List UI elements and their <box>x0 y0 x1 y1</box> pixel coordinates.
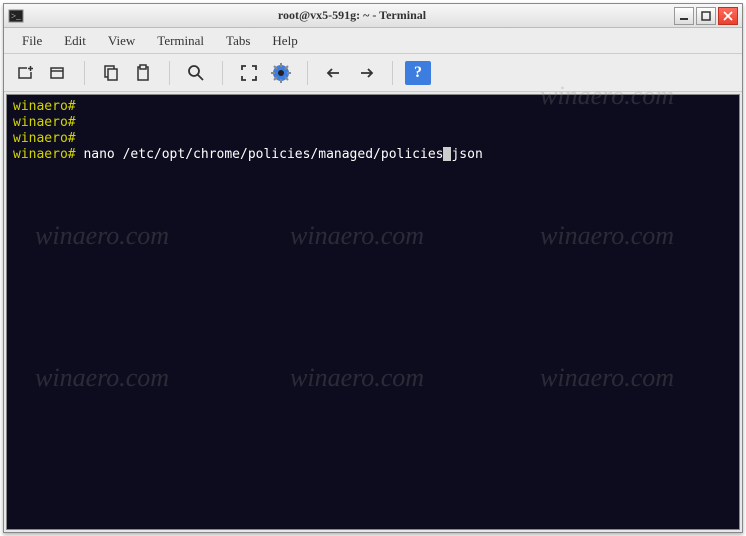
copy-button[interactable] <box>97 59 125 87</box>
menu-edit[interactable]: Edit <box>54 30 96 52</box>
terminal-area[interactable]: winaero# winaero# winaero# winaero# nano… <box>6 94 740 530</box>
new-window-button[interactable] <box>44 59 72 87</box>
window-controls <box>674 7 738 25</box>
menu-file[interactable]: File <box>12 30 52 52</box>
toolbar-separator <box>169 61 170 85</box>
paste-button[interactable] <box>129 59 157 87</box>
titlebar[interactable]: >_ root@vx5-591g: ~ - Terminal <box>4 4 742 28</box>
cursor-icon <box>443 147 451 161</box>
help-button[interactable]: ? <box>405 61 431 85</box>
menubar: File Edit View Terminal Tabs Help <box>4 28 742 54</box>
toolbar: ? <box>4 54 742 92</box>
toolbar-separator <box>222 61 223 85</box>
menu-tabs[interactable]: Tabs <box>216 30 260 52</box>
prompt: winaero# <box>13 115 76 130</box>
terminal-line: winaero# <box>13 115 733 131</box>
menu-terminal[interactable]: Terminal <box>147 30 214 52</box>
svg-text:>_: >_ <box>11 11 21 21</box>
prompt: winaero# <box>13 147 76 162</box>
new-tab-button[interactable] <box>12 59 40 87</box>
terminal-window: >_ root@vx5-591g: ~ - Terminal File Edit… <box>3 3 743 533</box>
toolbar-separator <box>84 61 85 85</box>
terminal-line: winaero# nano /etc/opt/chrome/policies/m… <box>13 147 733 163</box>
terminal-line: winaero# <box>13 131 733 147</box>
close-button[interactable] <box>718 7 738 25</box>
fullscreen-button[interactable] <box>235 59 263 87</box>
maximize-button[interactable] <box>696 7 716 25</box>
prompt: winaero# <box>13 131 76 146</box>
command-text: nano /etc/opt/chrome/policies/managed/po… <box>83 147 443 162</box>
forward-button[interactable] <box>352 59 380 87</box>
menu-view[interactable]: View <box>98 30 145 52</box>
prompt: winaero# <box>13 99 76 114</box>
search-button[interactable] <box>182 59 210 87</box>
preferences-button[interactable] <box>267 59 295 87</box>
minimize-button[interactable] <box>674 7 694 25</box>
terminal-line: winaero# <box>13 99 733 115</box>
toolbar-separator <box>392 61 393 85</box>
command-text-tail: json <box>451 147 482 162</box>
window-title: root@vx5-591g: ~ - Terminal <box>30 8 674 23</box>
toolbar-separator <box>307 61 308 85</box>
menu-help[interactable]: Help <box>262 30 307 52</box>
app-icon: >_ <box>8 8 24 24</box>
back-button[interactable] <box>320 59 348 87</box>
